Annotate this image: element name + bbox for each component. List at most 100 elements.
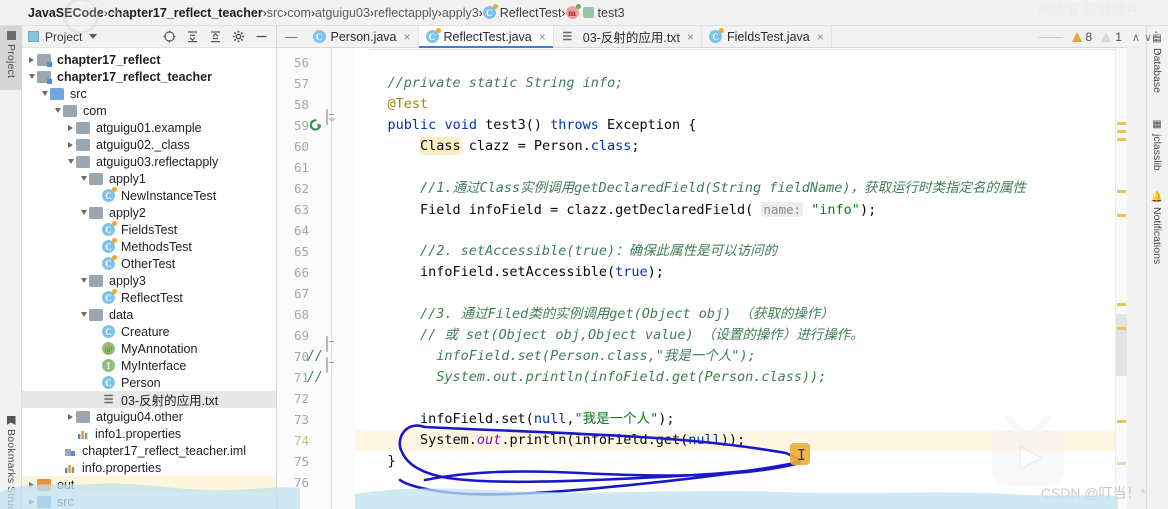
tree-node-chapter17-reflect-teacher-iml[interactable]: chapter17_reflect_teacher.iml [22, 442, 276, 459]
project-tree[interactable]: chapter17_reflect chapter17_reflect_teach… [22, 48, 276, 508]
tree-node-info-properties[interactable]: info.properties [22, 459, 276, 476]
scrollbar-thumb[interactable] [1116, 314, 1127, 376]
tree-node-myannotation[interactable]: @ MyAnnotation [22, 340, 276, 357]
code-line[interactable]: System.out.println(infoField.get(Person.… [355, 367, 826, 388]
warning-marker[interactable] [1117, 327, 1126, 330]
hide-panel-icon[interactable] [255, 30, 268, 43]
code-line[interactable]: // 或 set(Object obj,Object value) （设置的操作… [355, 325, 864, 346]
tree-node-info1-properties[interactable]: info1.properties [22, 425, 276, 442]
tree-toggle-icon[interactable] [26, 71, 37, 82]
tree-node-03-txt[interactable]: ☰ 03-反射的应用.txt [22, 391, 276, 408]
code-line[interactable]: Field infoField = clazz.getDeclaredField… [355, 199, 876, 220]
code-fold-icon[interactable] [326, 336, 337, 352]
tree-node-apply1[interactable]: apply1 [22, 170, 276, 187]
collapse-all-icon[interactable] [186, 30, 199, 43]
breadcrumb-item-src[interactable]: src [267, 6, 284, 20]
editor-tab-reflecttest-java[interactable]: C ReflectTest.java × [418, 26, 554, 48]
tree-node-person[interactable]: C Person [22, 374, 276, 391]
warning-marker[interactable] [1117, 122, 1126, 125]
code-line[interactable]: //private static String info; [355, 73, 624, 94]
editor-tab-fieldstest-java[interactable]: C FieldsTest.java × [702, 26, 832, 47]
breadcrumb-item-module[interactable]: chapter17_reflect_teacher [108, 6, 263, 20]
editor-tab-person-java[interactable]: C Person.java × [305, 26, 419, 47]
locate-icon[interactable] [163, 30, 176, 43]
tree-node-out[interactable]: out [22, 476, 276, 493]
tree-node-atguigu01-example[interactable]: atguigu01.example [22, 119, 276, 136]
tree-node-chapter17-reflect-teacher[interactable]: chapter17_reflect_teacher [22, 68, 276, 85]
tree-node-myinterface[interactable]: I MyInterface [22, 357, 276, 374]
tree-node-atguigu02-class[interactable]: atguigu02._class [22, 136, 276, 153]
editor-tab-03-txt[interactable]: ☰ 03-反射的应用.txt × [553, 26, 703, 47]
warning-marker[interactable] [1117, 138, 1126, 141]
sidebar-item-jclasslib[interactable]: ▦ jclasslib [1146, 114, 1168, 186]
code-line[interactable]: System.out.println(infoField.get(null)); [355, 430, 745, 451]
tree-node-atguigu03-reflectapply[interactable]: atguigu03.reflectapply [22, 153, 276, 170]
code-line[interactable]: //2. setAccessible(true)：确保此属性是可以访问的 [355, 241, 777, 262]
run-test-icon[interactable] [309, 118, 323, 132]
code-line[interactable]: } [355, 451, 396, 472]
breadcrumb-item-apply3[interactable]: apply3 [442, 6, 479, 20]
breadcrumb-item-reflecttest[interactable]: C ReflectTest [482, 4, 562, 20]
close-icon[interactable]: × [404, 30, 411, 44]
tree-toggle-icon[interactable] [78, 309, 89, 320]
marker-scrollbar[interactable] [1115, 48, 1127, 509]
code-line[interactable]: infoField.set(Person.class,"我是一个人"); [355, 346, 755, 367]
code-fold-icon[interactable] [326, 109, 337, 125]
settings-gear-icon[interactable] [232, 30, 245, 43]
code-line[interactable]: //3. 通过Filed类的实例调用get(Object obj) （获取的操作… [355, 304, 834, 325]
tree-node-src[interactable]: src [22, 493, 276, 508]
tree-toggle-icon[interactable] [39, 88, 50, 99]
tree-node-apply2[interactable]: apply2 [22, 204, 276, 221]
weak-warning-marker[interactable] [1117, 462, 1126, 465]
close-icon[interactable]: × [817, 30, 824, 44]
code-line[interactable]: @Test [355, 94, 429, 115]
breadcrumb-item-atguigu03[interactable]: atguigu03 [315, 6, 370, 20]
warning-marker[interactable] [1117, 190, 1126, 193]
editor-gutter[interactable]: 56 57 58 59 60 61 62 63 64 65 66 67 68 69 70//71//72 73… [277, 48, 355, 509]
tree-toggle-icon[interactable] [65, 156, 76, 167]
warning-marker[interactable] [1117, 303, 1126, 306]
breadcrumb-item-reflectapply[interactable]: reflectapply [374, 6, 438, 20]
warning-marker[interactable] [1117, 214, 1126, 217]
tree-node-othertest[interactable]: C OtherTest [22, 255, 276, 272]
code-line[interactable]: infoField.setAccessible(true); [355, 262, 664, 283]
code-fold-icon[interactable] [326, 357, 337, 373]
tree-node-methodstest[interactable]: C MethodsTest [22, 238, 276, 255]
sidebar-item-notifications[interactable]: 🔔 Notifications [1146, 186, 1168, 290]
previous-problem-icon[interactable]: ∧ [1132, 31, 1140, 44]
tree-toggle-icon[interactable] [78, 207, 89, 218]
tree-toggle-icon[interactable] [52, 105, 63, 116]
tree-node-src[interactable]: src [22, 85, 276, 102]
tree-node-apply3[interactable]: apply3 [22, 272, 276, 289]
tree-toggle-icon[interactable] [26, 54, 37, 65]
code-line[interactable]: public void test3() throws Exception { [355, 115, 697, 136]
tree-node-chapter17-reflect[interactable]: chapter17_reflect [22, 51, 276, 68]
code-line[interactable]: //1.通过Class实例调用getDeclaredField(String f… [355, 178, 1026, 199]
tree-toggle-icon[interactable] [65, 411, 76, 422]
next-problem-icon[interactable]: ∨ [1144, 31, 1152, 44]
sidebar-item-structure[interactable]: Structure [0, 481, 22, 509]
close-icon[interactable]: × [687, 30, 694, 44]
tree-node-creature[interactable]: C Creature [22, 323, 276, 340]
tree-toggle-icon[interactable] [26, 479, 37, 490]
inspection-widget[interactable]: 8 1 ∧ ∨ [1038, 26, 1152, 48]
breadcrumb-item-test3[interactable]: m test3 [565, 4, 625, 20]
tree-toggle-icon[interactable] [65, 122, 76, 133]
tree-node-fieldstest[interactable]: C FieldsTest [22, 221, 276, 238]
editor-minimize-icon[interactable]: — [277, 26, 306, 47]
sidebar-item-bookmarks[interactable]: Bookmarks [0, 411, 22, 491]
code-line[interactable]: infoField.set(null,"我是一个人"); [355, 409, 674, 430]
tree-node-atguigu04-other[interactable]: atguigu04.other [22, 408, 276, 425]
close-icon[interactable]: × [539, 30, 546, 44]
tree-node-reflecttest[interactable]: C ReflectTest [22, 289, 276, 306]
expand-all-icon[interactable] [209, 30, 222, 43]
warning-marker[interactable] [1117, 130, 1126, 133]
breadcrumb-item-com[interactable]: com [287, 6, 311, 20]
code-line[interactable]: Class clazz = Person.class; [355, 136, 640, 157]
tree-toggle-icon[interactable] [26, 496, 37, 507]
tree-node-com[interactable]: com [22, 102, 276, 119]
tree-node-newinstancetest[interactable]: C NewInstanceTest [22, 187, 276, 204]
tree-toggle-icon[interactable] [78, 275, 89, 286]
tree-toggle-icon[interactable] [78, 173, 89, 184]
tree-toggle-icon[interactable] [65, 139, 76, 150]
